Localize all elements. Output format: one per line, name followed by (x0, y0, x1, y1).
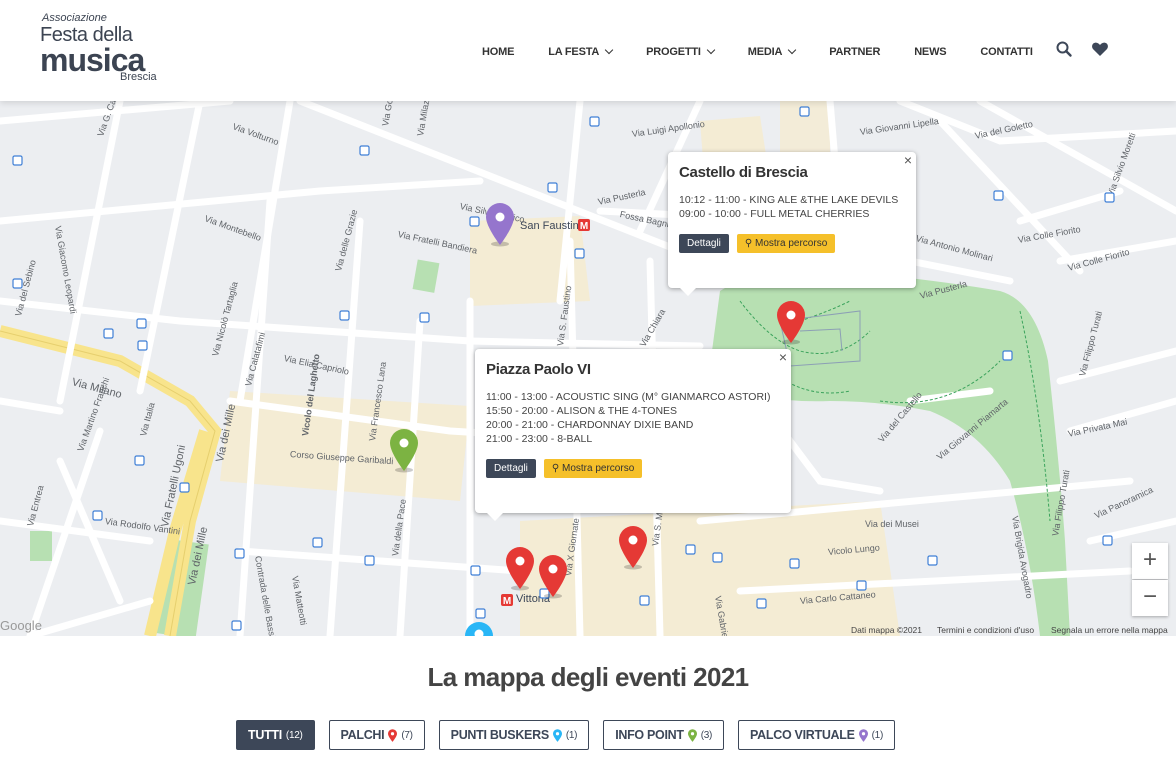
nav-home[interactable]: HOME (482, 46, 514, 58)
nav-contatti[interactable]: CONTATTI (980, 46, 1033, 58)
heart-icon[interactable] (1091, 40, 1109, 58)
route-button[interactable]: ⚲ Mostra percorso (736, 234, 836, 253)
site-header: Associazione Festa della musica Brescia … (0, 0, 1176, 101)
filter-count: (7) (401, 729, 413, 741)
filter-palchi[interactable]: PALCHI (7) (328, 720, 425, 750)
popup-event: 10:12 - 11:00 - KING ALE &THE LAKE DEVIL… (679, 194, 899, 206)
map-marker-icon (858, 728, 868, 742)
stage-marker[interactable] (617, 524, 649, 570)
popup-castello: × Castello di Brescia 10:12 - 11:00 - KI… (668, 152, 916, 296)
google-logo: Google (0, 618, 42, 633)
nav-media[interactable]: MEDIA (747, 45, 797, 58)
chevron-down-icon (787, 45, 797, 55)
virtual-stage-marker[interactable] (484, 201, 516, 247)
route-button-label: Mostra percorso (562, 463, 635, 474)
nav-home-label: HOME (482, 46, 515, 58)
popup-event: 21:00 - 23:00 - 8-BALL (486, 433, 593, 445)
report-error-link[interactable]: Segnala un errore nella mappa (1051, 625, 1168, 635)
map-marker-icon (552, 728, 562, 742)
map-marker-icon: ⚲ (744, 238, 756, 249)
nav-progetti[interactable]: PROGETTI (646, 45, 716, 58)
events-map[interactable]: Via Volturno Via Golgi Via Milazzo Via L… (0, 101, 1176, 636)
nav-partner[interactable]: PARTNER (829, 46, 880, 58)
filter-palco-virtuale[interactable]: PALCO VIRTUALE (1) (738, 720, 895, 750)
site-logo[interactable]: Associazione Festa della musica Brescia (40, 12, 165, 84)
filter-label: PUNTI BUSKERS (450, 728, 550, 742)
filter-count: (1) (871, 729, 884, 741)
popup-piazza-paolo: × Piazza Paolo VI 11:00 - 13:00 - ACOUST… (475, 349, 791, 521)
nav-news[interactable]: NEWS (914, 46, 946, 58)
close-icon[interactable]: × (779, 349, 787, 365)
filter-label: TUTTI (248, 728, 282, 742)
search-icon[interactable] (1055, 40, 1073, 58)
map-marker-icon (388, 728, 398, 742)
map-data-attribution: Dati mappa ©2021 (851, 625, 923, 635)
zoom-in-button[interactable]: + (1132, 543, 1168, 579)
filter-label: INFO POINT (615, 728, 684, 742)
popup-event: 15:50 - 20:00 - ALISON & THE 4-TONES (486, 405, 678, 417)
filter-label: PALCHI (340, 728, 385, 742)
nav-la-festa-label: LA FESTA (548, 46, 600, 58)
busker-marker[interactable] (463, 620, 495, 636)
info-point-marker[interactable] (388, 427, 420, 473)
details-button[interactable]: Dettagli (486, 459, 536, 478)
nav-contatti-label: CONTATTI (980, 46, 1033, 58)
zoom-out-button[interactable]: − (1132, 580, 1168, 616)
filter-punti-buskers[interactable]: PUNTI BUSKERS (1) (438, 720, 590, 750)
popup-title: Castello di Brescia (679, 164, 808, 181)
filter-tutti[interactable]: TUTTI (12) (236, 720, 315, 750)
nav-progetti-label: PROGETTI (646, 46, 701, 58)
stage-marker[interactable] (504, 545, 536, 591)
route-button[interactable]: ⚲ Mostra percorso (543, 459, 643, 478)
nav-partner-label: PARTNER (829, 46, 881, 58)
route-button-label: Mostra percorso (755, 238, 828, 249)
filter-count: (1) (565, 729, 578, 741)
section-title: La mappa degli eventi 2021 (427, 662, 749, 692)
logo-line-4: Brescia (120, 71, 157, 83)
filter-label: PALCO VIRTUALE (750, 728, 855, 742)
map-marker-icon (687, 728, 697, 742)
filter-bar: TUTTI (12) PALCHI (7) PUNTI BUSKERS (1) … (236, 720, 909, 750)
stage-marker[interactable] (537, 553, 569, 599)
popup-title: Piazza Paolo VI (486, 361, 591, 378)
popup-event: 20:00 - 21:00 - CHARDONNAY DIXIE BAND (486, 419, 694, 431)
nav-la-festa[interactable]: LA FESTA (548, 45, 614, 58)
close-icon[interactable]: × (904, 152, 912, 168)
nav-media-label: MEDIA (747, 46, 783, 58)
details-button[interactable]: Dettagli (679, 234, 729, 253)
main-nav: HOME LA FESTA PROGETTI MEDIA PARTNER NEW… (482, 44, 1067, 60)
nav-news-label: NEWS (914, 46, 947, 58)
stage-marker[interactable] (775, 299, 807, 345)
map-marker-icon: ⚲ (551, 463, 563, 474)
popup-event: 09:00 - 10:00 - FULL METAL CHERRIES (679, 208, 870, 220)
terms-link[interactable]: Termini e condizioni d'uso (937, 625, 1034, 635)
filter-count: (12) (285, 729, 303, 741)
logo-line-1: Associazione (42, 12, 107, 24)
chevron-down-icon (706, 45, 716, 55)
chevron-down-icon (604, 45, 614, 55)
filter-count: (3) (700, 729, 713, 741)
filter-info-point[interactable]: INFO POINT (3) (603, 720, 725, 750)
popup-event: 11:00 - 13:00 - ACOUSTIC SING (M° GIANMA… (486, 391, 771, 403)
